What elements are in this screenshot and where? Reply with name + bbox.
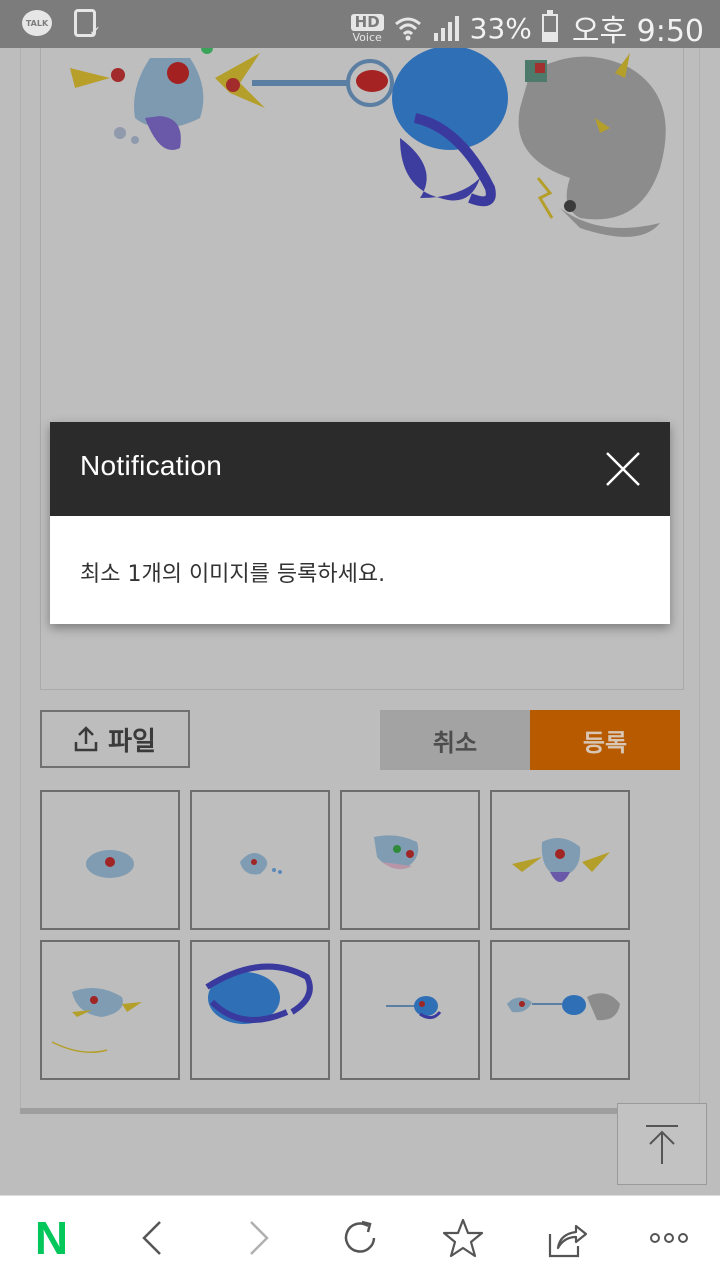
hd-voice-icon: HD Voice [350,13,384,44]
cancel-button[interactable]: 취소 [380,710,530,770]
clock: 오후 9:50 [571,14,704,49]
bookmark-button[interactable] [411,1196,514,1280]
status-bar: TALK HD Voice 33% 오후 9:50 [0,0,720,49]
file-upload-button[interactable]: 파일 [40,710,190,768]
cancel-button-label: 취소 [432,728,478,757]
hd-label: HD [350,13,384,31]
more-button[interactable] [617,1196,720,1280]
share-button[interactable] [514,1196,617,1280]
scroll-to-top-button[interactable] [617,1103,707,1185]
arrow-up-icon [646,1125,678,1164]
voice-label: Voice [352,30,382,44]
naver-n-icon: N [34,1212,69,1264]
notification-message: 최소 1개의 이미지를 등록하세요. [80,562,386,587]
upload-icon [74,726,98,752]
content-bottom-border [20,1108,700,1114]
share-icon [548,1224,587,1258]
phone-check-icon [74,9,101,40]
notification-dialog: Notification 최소 1개의 이미지를 등록하세요. [50,422,670,624]
thumbnail-2[interactable] [190,790,330,930]
close-icon[interactable] [604,450,642,488]
chevron-left-icon [142,1221,162,1255]
notification-title: Notification [80,450,223,481]
browser-toolbar: N [0,1195,720,1280]
naver-home-button[interactable]: N [0,1196,103,1280]
wifi-icon [394,17,421,41]
artwork-wand [252,59,394,107]
thumbnail-5[interactable] [40,940,180,1080]
thumbnail-7[interactable] [340,940,480,1080]
artwork-left-creature [70,48,265,150]
signal-icon [433,16,459,41]
thumbnail-grid [40,790,640,1080]
file-button-label: 파일 [108,726,156,757]
more-icon [649,1233,688,1243]
forward-button[interactable] [206,1196,309,1280]
star-icon [442,1218,483,1258]
artwork-grey-creature [518,53,666,237]
thumbnail-1[interactable] [40,790,180,930]
thumbnail-4[interactable] [490,790,630,930]
chevron-right-icon [250,1221,269,1255]
notification-body: 최소 1개의 이미지를 등록하세요. [50,516,670,624]
kakaotalk-icon: TALK [22,10,52,36]
notification-header: Notification [50,422,670,516]
thumbnail-6[interactable] [190,940,330,1080]
battery-icon [541,10,558,42]
register-button-label: 등록 [582,728,628,757]
battery-percent: 33% [469,11,532,45]
back-button[interactable] [103,1196,206,1280]
thumbnail-3[interactable] [340,790,480,930]
refresh-button[interactable] [309,1196,412,1280]
thumbnail-8[interactable] [490,940,630,1080]
uploaded-artwork-image [70,48,666,237]
artwork-blue-orb [392,48,508,207]
refresh-icon [344,1220,376,1253]
register-button[interactable]: 등록 [530,710,680,770]
